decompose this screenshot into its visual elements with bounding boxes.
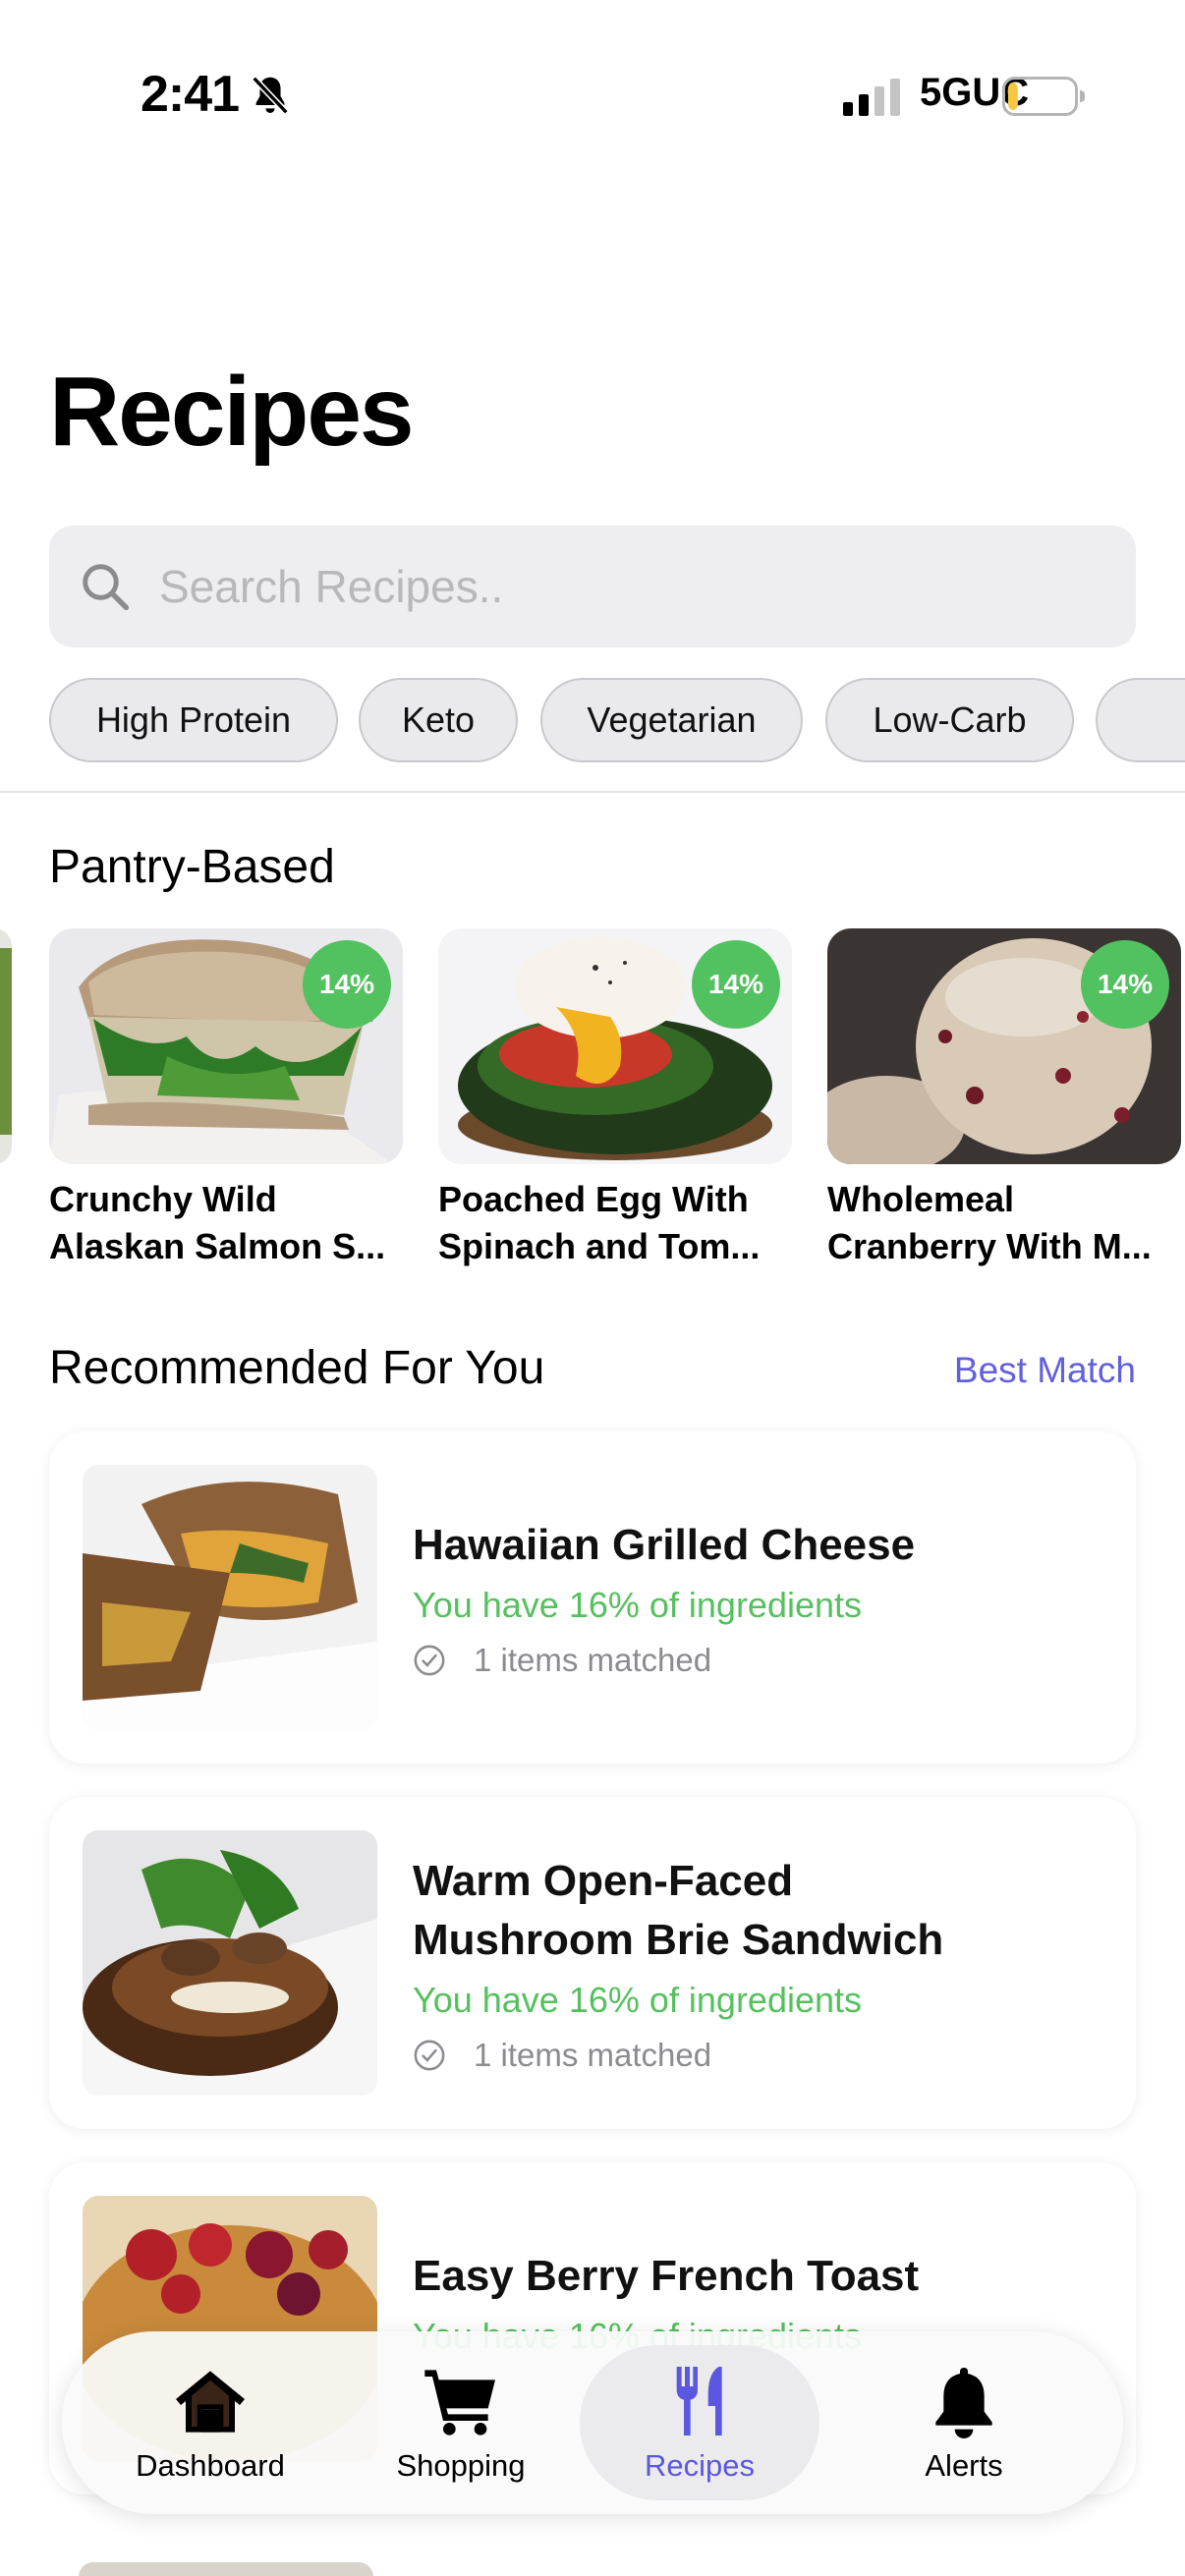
fork-knife-icon xyxy=(676,2367,722,2436)
tab-label: Dashboard xyxy=(136,2448,285,2483)
cellular-signal-icon xyxy=(843,79,900,116)
mushroom-sandwich-photo xyxy=(83,1830,377,2096)
recipe-name: Hawaiian Grilled Cheese xyxy=(413,1521,916,1569)
filter-chip-high-protein[interactable]: High Protein xyxy=(49,678,338,762)
tab-dashboard[interactable]: Dashboard xyxy=(92,2331,328,2514)
check-circle-icon xyxy=(414,2040,445,2071)
check-circle-icon xyxy=(414,1645,445,1676)
search-input[interactable] xyxy=(159,550,1102,623)
pantry-recipe-name: Crunchy Wild Alaskan Salmon S... xyxy=(49,1179,386,1266)
ingredients-have-text: You have 16% of ingredients xyxy=(413,1585,863,1625)
pantry-carousel[interactable]: 14% Crunchy Wild Alaskan Salmon S... 14%… xyxy=(0,928,1185,1282)
page-title: Recipes xyxy=(49,357,415,467)
poached-egg-photo: 14% xyxy=(438,928,792,1164)
tab-label: Recipes xyxy=(645,2448,755,2483)
salmon-sandwich-photo: 14% xyxy=(49,928,403,1164)
match-percent-badge: 14% xyxy=(692,940,780,1029)
filter-chips: High Protein Keto Vegetarian Low-Carb xyxy=(0,678,1185,762)
filter-chip-keto[interactable]: Keto xyxy=(359,678,518,762)
header-divider xyxy=(0,791,1185,793)
tab-label: Shopping xyxy=(396,2448,526,2483)
items-matched: 1 items matched xyxy=(413,1642,1100,1679)
filter-chip-low-carb[interactable]: Low-Carb xyxy=(825,678,1074,762)
pantry-card[interactable]: 14% Wholemeal Cranberry With M... xyxy=(827,928,1181,1282)
pantry-recipe-name: Wholemeal Cranberry With M... xyxy=(827,1179,1152,1266)
filter-chip-more[interactable] xyxy=(1096,678,1185,762)
tab-alerts[interactable]: Alerts xyxy=(846,2331,1082,2514)
cart-icon xyxy=(424,2370,495,2436)
ingredients-have-text: You have 16% of ingredients xyxy=(413,1980,863,2020)
recipe-card-info: Warm Open-Faced Mushroom Brie Sandwich Y… xyxy=(413,1797,1100,2129)
pantry-section-title: Pantry-Based xyxy=(49,841,335,893)
pantry-recipe-name: Poached Egg With Spinach and Tom... xyxy=(438,1179,761,1266)
tab-recipes[interactable]: Recipes xyxy=(582,2331,818,2514)
filter-chip-vegetarian[interactable]: Vegetarian xyxy=(540,678,803,762)
match-percent-badge: 14% xyxy=(1081,940,1169,1029)
grilled-cheese-photo xyxy=(83,1465,377,1730)
house-icon xyxy=(176,2371,245,2433)
pantry-card[interactable]: 14% Poached Egg With Spinach and Tom... xyxy=(438,928,792,1282)
recipe-card-info: Hawaiian Grilled Cheese You have 16% of … xyxy=(413,1431,1100,1764)
status-time: 2:41 xyxy=(141,66,240,123)
tab-bar: Dashboard Shopping Recipes Alerts xyxy=(62,2331,1123,2514)
bell-muted-icon xyxy=(252,76,289,115)
cranberry-bread-photo: 14% xyxy=(827,928,1181,1164)
recipe-name: Warm Open-Faced Mushroom Brie Sandwich xyxy=(413,1857,944,1964)
next-card-peek xyxy=(79,2562,373,2576)
status-bar: 2:41 5GUC xyxy=(0,0,1185,196)
recommended-section-title: Recommended For You xyxy=(49,1342,545,1394)
bell-icon xyxy=(935,2368,992,2438)
tab-label: Alerts xyxy=(925,2448,1003,2483)
search-icon xyxy=(83,564,130,611)
sort-best-match-button[interactable]: Best Match xyxy=(954,1350,1136,1391)
tab-shopping[interactable]: Shopping xyxy=(343,2331,579,2514)
battery-icon xyxy=(1002,77,1085,116)
recipe-card[interactable]: Hawaiian Grilled Cheese You have 16% of … xyxy=(49,1431,1136,1764)
recipe-card[interactable]: Warm Open-Faced Mushroom Brie Sandwich Y… xyxy=(49,1797,1136,2129)
recipe-name: Easy Berry French Toast xyxy=(413,2252,920,2300)
match-percent-badge: 14% xyxy=(303,940,391,1029)
items-matched: 1 items matched xyxy=(413,2037,1100,2074)
previous-card-edge xyxy=(0,928,12,1164)
pantry-card[interactable]: 14% Crunchy Wild Alaskan Salmon S... xyxy=(49,928,403,1282)
